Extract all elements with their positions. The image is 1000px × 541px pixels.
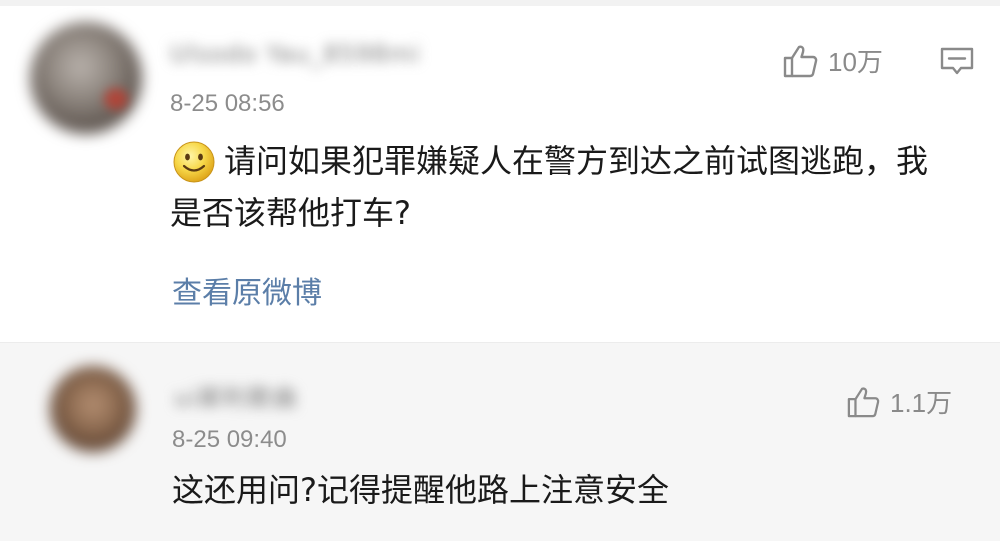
avatar[interactable]: [30, 22, 142, 134]
reply-button[interactable]: [940, 46, 974, 78]
comment-text: 请问如果犯罪嫌疑人在警方到达之前试图逃跑，我是否该帮他打车?: [170, 135, 950, 239]
comment-timestamp: 8-25 08:56: [170, 90, 285, 117]
comment-text-content: 请问如果犯罪嫌疑人在警方到达之前试图逃跑，我是否该帮他打车?: [170, 142, 929, 232]
username[interactable]: ui犀利歌曲: [174, 378, 298, 413]
avatar-badge: [104, 88, 128, 110]
like-count: 1.1万: [890, 388, 953, 418]
thumbs-up-icon: [847, 386, 880, 417]
like-button[interactable]: 1.1万: [846, 383, 952, 420]
avatar[interactable]: [50, 366, 136, 452]
thumbs-up-icon: [783, 45, 818, 77]
comment-feed: Ulsodo Yau_8598mi 8-25 08:56 10万 请问如果犯罪嫌…: [0, 0, 1000, 541]
like-button[interactable]: 10万: [782, 42, 883, 79]
comment-timestamp: 8-25 09:40: [172, 426, 287, 453]
username[interactable]: Ulsodo Yau_8598mi: [170, 40, 420, 68]
like-count: 10万: [828, 47, 883, 77]
comment-text: 这还用问?记得提醒他路上注意安全: [172, 471, 669, 509]
comment-icon: [940, 47, 974, 75]
view-original-link[interactable]: 查看原微博: [172, 268, 322, 312]
